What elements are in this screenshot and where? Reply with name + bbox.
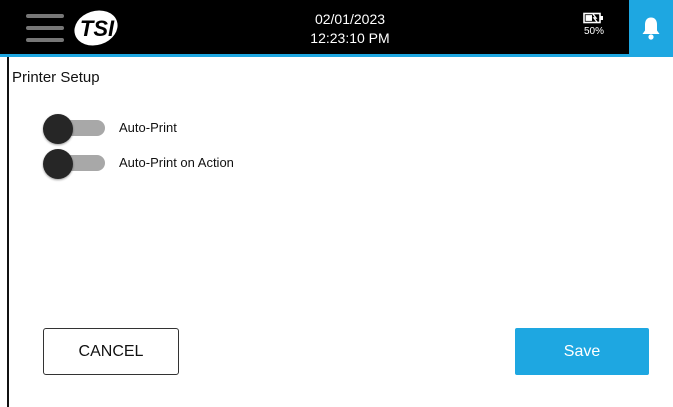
svg-text:TSI: TSI [80, 16, 115, 41]
date-time: 02/01/2023 12:23:10 PM [280, 10, 420, 48]
screen: TSI 02/01/2023 12:23:10 PM 50% Printer S… [0, 0, 673, 407]
notifications-button[interactable] [629, 0, 673, 57]
date-text: 02/01/2023 [314, 11, 386, 27]
auto-print-on-action-label: Auto-Print on Action [119, 155, 234, 170]
toggle-knob [43, 114, 73, 144]
auto-print-on-action-toggle[interactable]: Auto-Print on Action [43, 149, 303, 179]
cancel-button[interactable]: CANCEL [43, 328, 179, 375]
battery-percent: 50% [583, 26, 604, 37]
save-button[interactable]: Save [515, 328, 649, 375]
toggle-knob [43, 149, 73, 179]
tsi-logo: TSI [72, 9, 120, 47]
time-text: 12:23:10 PM [310, 30, 390, 46]
auto-print-toggle[interactable]: Auto-Print [43, 114, 303, 144]
auto-print-label: Auto-Print [119, 120, 177, 135]
hamburger-menu-icon[interactable] [26, 14, 64, 42]
left-border [7, 57, 9, 407]
top-bar: TSI 02/01/2023 12:23:10 PM 50% [0, 0, 673, 57]
bell-icon [642, 17, 660, 40]
page-title: Printer Setup [12, 69, 100, 86]
battery-status: 50% [574, 12, 614, 38]
battery-charging-icon [583, 12, 603, 24]
